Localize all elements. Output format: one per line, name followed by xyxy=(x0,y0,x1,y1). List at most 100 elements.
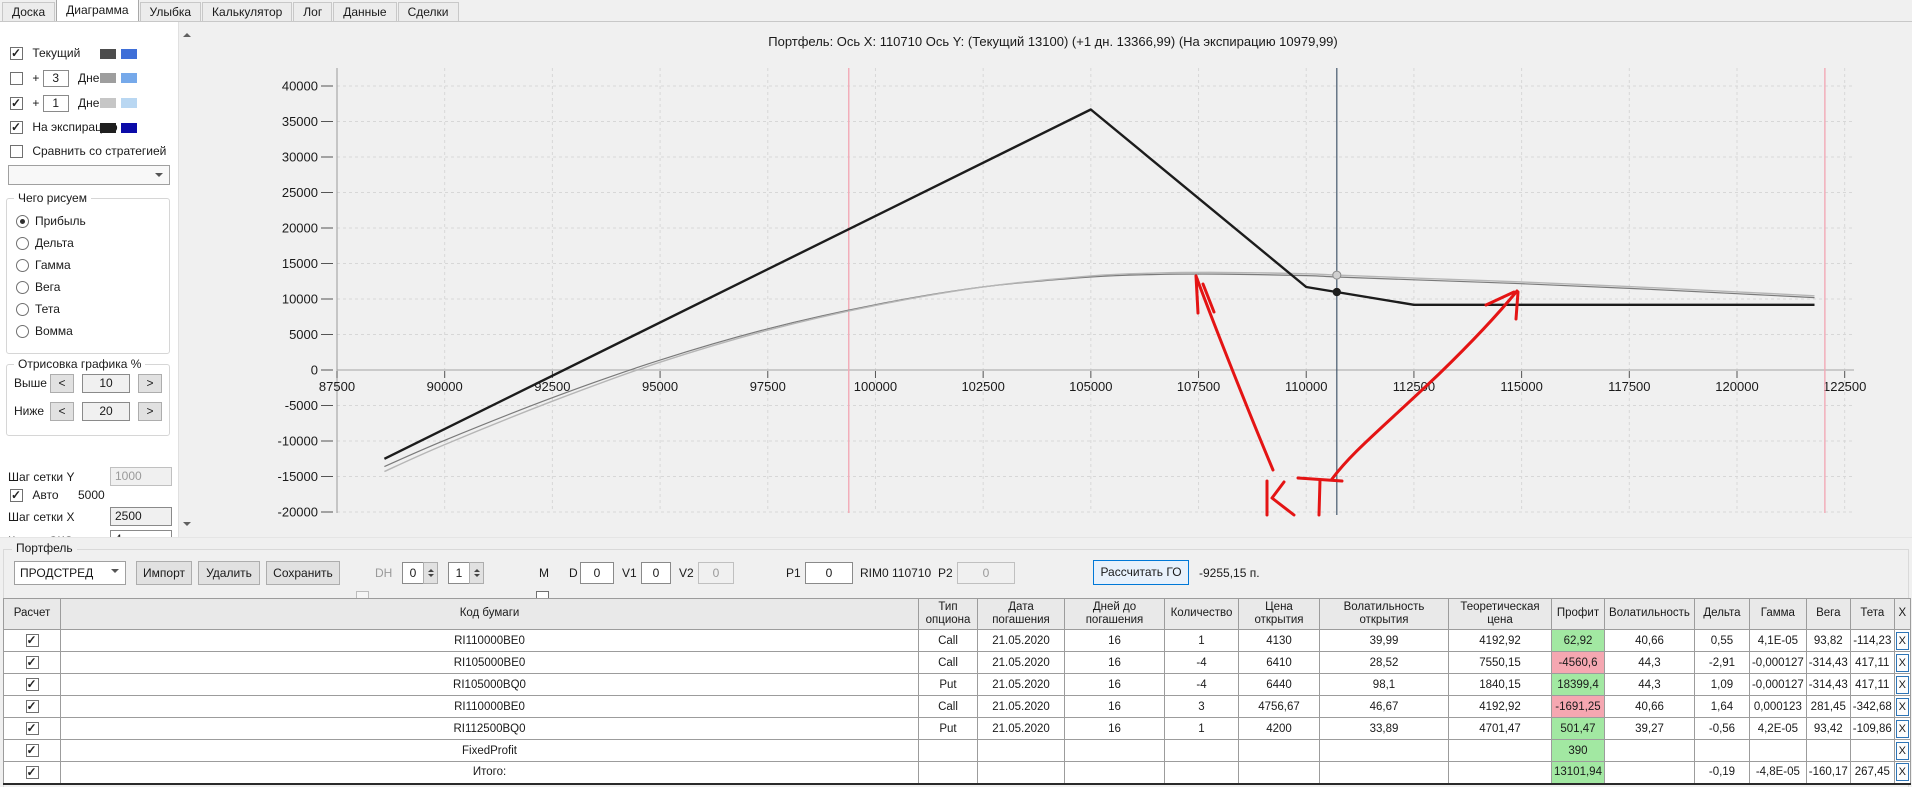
below-percent-input[interactable]: 20 xyxy=(82,402,130,421)
v1-input[interactable]: 0 xyxy=(641,562,671,584)
spinner1-value[interactable]: 0 xyxy=(402,562,424,584)
column-header[interactable]: Волатильность xyxy=(1603,598,1695,630)
above-decrement-button[interactable]: < xyxy=(50,374,74,393)
column-header[interactable]: Дата погашения xyxy=(977,598,1065,630)
color-swatch[interactable] xyxy=(121,49,137,59)
column-header[interactable]: Расчет xyxy=(3,598,61,630)
tab-5[interactable]: Лог xyxy=(293,2,333,21)
color-swatch[interactable] xyxy=(121,98,137,108)
import-button[interactable]: Импорт xyxy=(136,561,192,585)
color-swatch[interactable] xyxy=(100,98,116,108)
row-calc-checkbox[interactable] xyxy=(25,743,39,757)
color-swatch[interactable] xyxy=(121,123,137,133)
row-calc-checkbox[interactable] xyxy=(25,655,39,669)
column-header[interactable]: Цена открытия xyxy=(1238,598,1320,630)
radio-icon[interactable] xyxy=(16,259,29,273)
above-increment-button[interactable]: > xyxy=(138,374,162,393)
column-header[interactable]: Тип опциона xyxy=(918,598,978,630)
expiration-checkbox[interactable] xyxy=(10,120,23,135)
v2-label: V2 xyxy=(679,566,694,580)
portfolio-panel: Портфель ПРОДСТРЕД Импорт Удалить Сохран… xyxy=(0,537,1912,787)
column-header[interactable]: Теоретическая цена xyxy=(1448,598,1552,630)
remove-position-button[interactable]: X xyxy=(1895,653,1909,672)
column-header[interactable]: Дней до погашения xyxy=(1064,598,1165,630)
cell-open_price: 6440 xyxy=(1238,673,1320,696)
grid-step-x-input[interactable]: 2500 xyxy=(110,507,172,526)
delete-button[interactable]: Удалить xyxy=(198,561,260,585)
cell-theo: 4192,92 xyxy=(1448,695,1552,718)
cell-type xyxy=(918,761,978,784)
cell-calc xyxy=(3,651,61,674)
color-swatch[interactable] xyxy=(100,123,116,133)
save-button[interactable]: Сохранить xyxy=(266,561,340,585)
dh-spinner-2[interactable]: 1 xyxy=(448,562,486,584)
row-calc-checkbox[interactable] xyxy=(25,721,39,735)
row-calc-checkbox[interactable] xyxy=(25,765,39,779)
plus1-days-checkbox[interactable] xyxy=(10,96,23,111)
column-header[interactable]: Вега xyxy=(1805,598,1851,630)
below-increment-button[interactable]: > xyxy=(138,402,162,421)
column-header[interactable]: Дельта xyxy=(1693,598,1750,630)
radio-icon[interactable] xyxy=(16,215,29,229)
column-header[interactable]: Тета xyxy=(1849,598,1895,630)
tab-1[interactable]: Доска xyxy=(2,2,56,21)
compare-strategy-checkbox[interactable] xyxy=(10,145,23,159)
current-checkbox[interactable] xyxy=(10,46,23,61)
spinner2-updown-icon[interactable] xyxy=(469,562,484,584)
radio-icon[interactable] xyxy=(16,237,29,251)
column-header[interactable]: Код бумаги xyxy=(60,598,919,630)
auto-grid-checkbox[interactable] xyxy=(10,488,23,503)
radio-icon[interactable] xyxy=(16,281,29,295)
draw-option-label: Прибыль xyxy=(35,214,86,228)
scroll-down-icon[interactable] xyxy=(183,522,191,530)
above-percent-input[interactable]: 10 xyxy=(82,374,130,393)
days-offset-input[interactable]: 1 xyxy=(42,95,69,112)
column-header[interactable]: Профит xyxy=(1551,598,1605,630)
plus3-days-checkbox[interactable] xyxy=(10,72,23,86)
dh-spinner-1[interactable]: 0 xyxy=(402,562,440,584)
scroll-up-icon[interactable] xyxy=(183,29,191,37)
compare-strategy-select[interactable] xyxy=(8,165,170,185)
cell-theta: -342,68 xyxy=(1849,695,1895,718)
tab-3[interactable]: Улыбка xyxy=(139,2,202,21)
remove-position-button[interactable]: X xyxy=(1895,719,1909,738)
d-input[interactable]: 0 xyxy=(580,562,614,584)
below-decrement-button[interactable]: < xyxy=(50,402,74,421)
strategy-select[interactable]: ПРОДСТРЕД xyxy=(14,561,126,585)
row-calc-checkbox[interactable] xyxy=(25,699,39,713)
column-header[interactable]: Количество xyxy=(1164,598,1239,630)
color-swatch[interactable] xyxy=(100,73,116,83)
profit-chart[interactable]: -20000 -15000 -10000 -5000 0 5000 10000 15000 20… xyxy=(194,22,1912,537)
calculate-margin-button[interactable]: Рассчитать ГО xyxy=(1093,560,1189,585)
tab-4[interactable]: Калькулятор xyxy=(202,2,293,21)
column-header[interactable]: X xyxy=(1893,598,1911,630)
tab-2[interactable]: Диаграмма xyxy=(56,0,139,21)
table-row: FixedProfit 390 X xyxy=(3,739,1911,762)
p1-input[interactable]: 0 xyxy=(805,562,853,584)
radio-icon[interactable] xyxy=(16,303,29,317)
row-calc-checkbox[interactable] xyxy=(25,633,39,647)
cell-remove: X xyxy=(1893,673,1911,696)
radio-icon[interactable] xyxy=(16,325,29,339)
days-offset-input[interactable]: 3 xyxy=(42,70,69,87)
column-header[interactable]: Гамма xyxy=(1748,598,1807,630)
column-header[interactable]: Волатильность открытия xyxy=(1319,598,1449,630)
tab-7[interactable]: Сделки xyxy=(397,2,459,21)
tab-6[interactable]: Данные xyxy=(333,2,397,21)
sko-count-input[interactable]: 4 xyxy=(110,530,172,537)
remove-position-button[interactable]: X xyxy=(1895,697,1909,716)
color-swatch[interactable] xyxy=(121,73,137,83)
remove-position-button[interactable]: X xyxy=(1895,675,1909,694)
cell-remove: X xyxy=(1893,629,1911,652)
remove-position-button[interactable]: X xyxy=(1895,763,1909,782)
color-swatch[interactable] xyxy=(100,49,116,59)
cell-remove: X xyxy=(1893,695,1911,718)
remove-position-button[interactable]: X xyxy=(1895,631,1909,650)
sidebar-scrollbar[interactable] xyxy=(178,22,194,537)
cell-profit: 62,92 xyxy=(1551,629,1605,652)
spinner1-updown-icon[interactable] xyxy=(423,562,438,584)
spinner2-value[interactable]: 1 xyxy=(448,562,470,584)
cell-date: 21.05.2020 xyxy=(977,651,1065,674)
row-calc-checkbox[interactable] xyxy=(25,677,39,691)
remove-position-button[interactable]: X xyxy=(1895,741,1909,760)
